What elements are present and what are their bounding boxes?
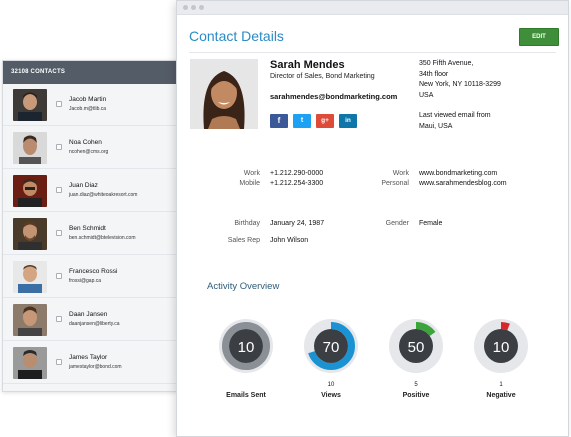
work-phone-value: +1.212.290-0000 xyxy=(270,170,324,177)
contact-name: Daan Jansen xyxy=(69,311,108,318)
gauge-count: 10 xyxy=(327,382,335,388)
birthday-value: January 24, 1987 xyxy=(270,220,325,227)
last-viewed-location: Maui, USA xyxy=(419,122,453,130)
contact-name: Jacob Martin xyxy=(69,96,107,103)
address-line: 350 Fifth Avenue, xyxy=(419,60,474,67)
gauge-count: 5 xyxy=(414,382,418,388)
contact-row[interactable]: Jacob Martin Jacob.m@tlib.ca xyxy=(3,84,179,126)
contact-email: frossi@gap.ca xyxy=(69,278,102,284)
linkedin-icon[interactable]: in xyxy=(339,114,357,128)
personal-website-link[interactable]: www.sarahmendesblog.com xyxy=(419,180,507,187)
avatar xyxy=(13,347,47,379)
gauge-label: Emails Sent xyxy=(226,392,266,399)
contact-name: Sarah Mendes xyxy=(270,59,345,71)
gauge-value: 10 xyxy=(492,339,510,356)
contact-name: Ben Schmidt xyxy=(69,225,106,232)
contact-email[interactable]: sarahmendes@bondmarketing.com xyxy=(270,92,397,101)
mobile-phone-value: +1.212.254-3300 xyxy=(270,180,324,187)
contact-row[interactable]: James Taylor jamestaylor@bond.com xyxy=(3,342,179,384)
contact-checkbox[interactable] xyxy=(56,273,62,279)
gauge-label: Views xyxy=(321,392,341,399)
personal-website-label: Personal xyxy=(381,180,409,187)
contact-row[interactable]: Ben Schmidt ben.schmidt@btelevision.com xyxy=(3,213,179,255)
contact-name: Juan Diaz xyxy=(69,182,98,189)
gauge-value: 10 xyxy=(237,339,255,356)
contact-row[interactable]: Daan Jansen daanjansen@liberty.ca xyxy=(3,299,179,341)
avatar xyxy=(13,175,47,207)
contact-checkbox[interactable] xyxy=(56,359,62,365)
profile-photo xyxy=(190,59,258,129)
facebook-icon[interactable]: f xyxy=(270,114,288,128)
gender-value: Female xyxy=(419,220,443,227)
gauge-value: 50 xyxy=(407,339,425,356)
window-dot-icon xyxy=(191,5,196,10)
twitter-icon[interactable]: t xyxy=(293,114,311,128)
work-phone-label: Work xyxy=(243,170,260,177)
gender-label: Gender xyxy=(385,220,409,227)
contact-details-window: Contact Details EDIT Sarah Mendes Direct… xyxy=(176,0,569,437)
sales-rep-label: Sales Rep xyxy=(227,237,260,244)
contact-email: daanjansen@liberty.ca xyxy=(69,321,120,327)
avatar xyxy=(13,89,47,121)
address-block: 350 Fifth Avenue, 34th floor New York, N… xyxy=(419,59,501,101)
contact-checkbox[interactable] xyxy=(56,230,62,236)
birthday-label: Birthday xyxy=(234,220,260,227)
activity-overview-title: Activity Overview xyxy=(207,281,280,292)
contact-checkbox[interactable] xyxy=(56,187,62,193)
work-website-label: Work xyxy=(392,170,409,177)
last-viewed: Last viewed email from Maui, USA xyxy=(419,111,491,132)
contact-name: Francesco Rossi xyxy=(69,268,118,275)
contact-email: ncohen@cms.org xyxy=(69,149,109,155)
contact-email: jamestaylor@bond.com xyxy=(69,364,122,370)
sales-rep-value: John Wilson xyxy=(270,237,309,244)
edit-button[interactable]: EDIT xyxy=(519,28,559,46)
divider xyxy=(189,52,556,53)
contact-name: James Taylor xyxy=(69,354,108,361)
contact-email: Jacob.m@tlib.ca xyxy=(69,106,107,112)
contact-row[interactable]: Noa Cohen ncohen@cms.org xyxy=(3,127,179,169)
address-line: 34th floor xyxy=(419,70,449,78)
window-dot-icon xyxy=(183,5,188,10)
mobile-phone-label: Mobile xyxy=(239,180,260,187)
window-dot-icon xyxy=(199,5,204,10)
avatar xyxy=(13,261,47,293)
contact-checkbox[interactable] xyxy=(56,316,62,322)
gauge-label: Negative xyxy=(486,392,516,399)
contacts-count-header: 32108 CONTACTS xyxy=(3,61,177,84)
avatar xyxy=(13,304,47,336)
address-line: New York, NY 10118-3299 xyxy=(419,81,501,88)
contact-checkbox[interactable] xyxy=(56,144,62,150)
avatar xyxy=(13,132,47,164)
address-line: USA xyxy=(419,91,434,99)
window-title-bar xyxy=(177,1,568,15)
contacts-panel: 32108 CONTACTS Jacob Martin Jacob.m@tlib… xyxy=(2,60,179,392)
gauge-label: Positive xyxy=(402,392,430,399)
contact-email: ben.schmidt@btelevision.com xyxy=(69,235,136,241)
contact-name: Noa Cohen xyxy=(69,139,102,146)
contact-row[interactable]: Juan Diaz juan.diaz@whiteoakresort.com xyxy=(3,170,179,212)
gauge-value: 70 xyxy=(322,339,340,356)
page-title: Contact Details xyxy=(189,28,284,44)
gauge-count: 1 xyxy=(499,382,503,388)
work-website-link[interactable]: www.bondmarketing.com xyxy=(419,170,497,177)
contact-email: juan.diaz@whiteoakresort.com xyxy=(69,192,138,198)
google-plus-icon[interactable]: g+ xyxy=(316,114,334,128)
contact-role: Director of Sales, Bond Marketing xyxy=(270,73,375,80)
contact-checkbox[interactable] xyxy=(56,101,62,107)
avatar xyxy=(13,218,47,250)
contact-row[interactable]: Francesco Rossi frossi@gap.ca xyxy=(3,256,179,298)
last-viewed-text: Last viewed email from xyxy=(419,112,491,119)
